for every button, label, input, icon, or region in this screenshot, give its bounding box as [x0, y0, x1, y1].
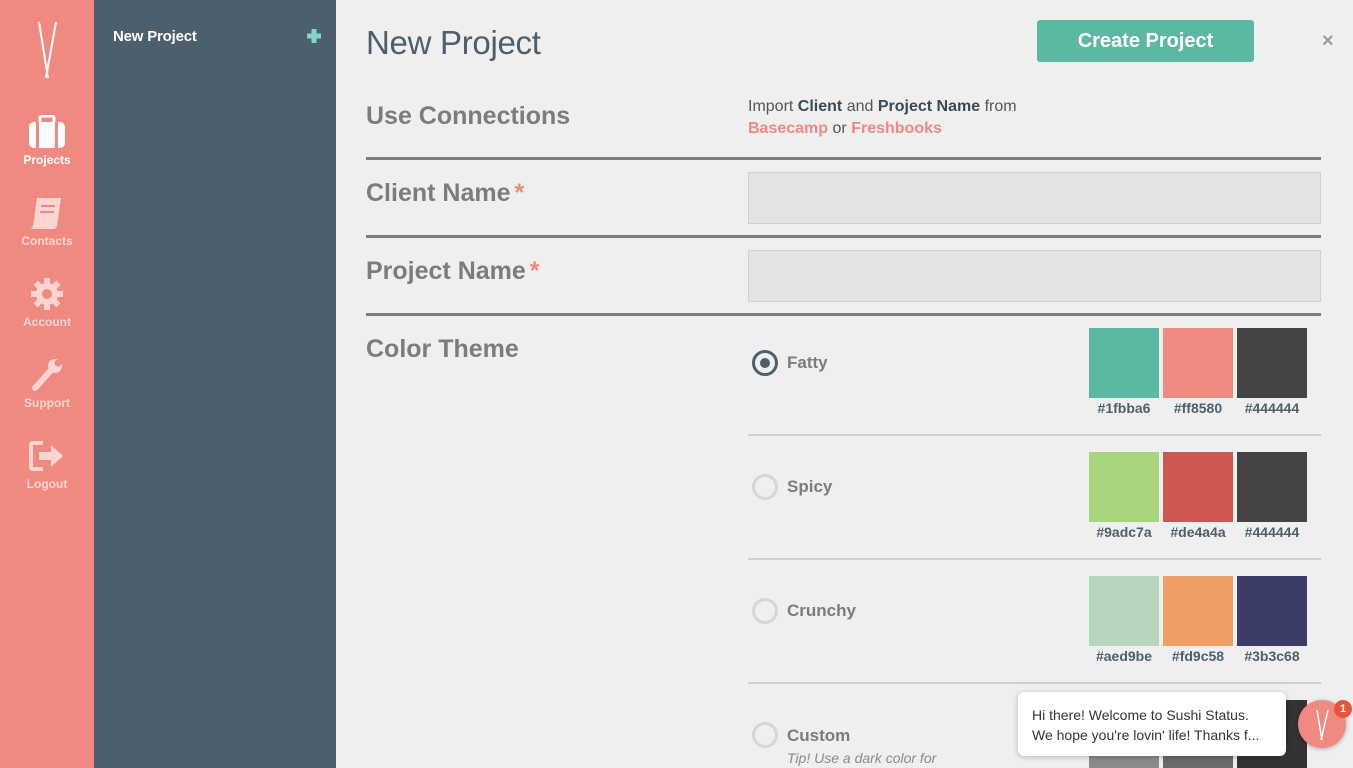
project-list-panel: New Project — [94, 0, 336, 768]
swatch-label: #fd9c58 — [1163, 648, 1233, 664]
required-asterisk: * — [530, 257, 540, 285]
freshbooks-link[interactable]: Freshbooks — [851, 120, 942, 137]
chat-message-bubble[interactable]: Hi there! Welcome to Sushi Status. We ho… — [1018, 692, 1286, 756]
main-content: New Project Create Project × Use Connect… — [336, 0, 1353, 768]
notification-badge: 1 — [1334, 700, 1352, 718]
nav-logout-label: Logout — [0, 477, 94, 491]
theme-name: Crunchy — [787, 601, 856, 621]
theme-radio-crunchy[interactable] — [752, 598, 778, 624]
chat-message-line: Hi there! Welcome to Sushi Status. — [1032, 705, 1272, 725]
and-text: and — [847, 98, 874, 115]
theme-name: Custom — [787, 726, 850, 746]
new-project-link[interactable]: New Project — [113, 28, 197, 45]
nav-account-label: Account — [0, 315, 94, 329]
required-asterisk: * — [514, 179, 524, 207]
project-name-input[interactable] — [748, 250, 1321, 302]
client-name-input[interactable] — [748, 172, 1321, 224]
plus-icon[interactable] — [306, 28, 322, 44]
color-swatch[interactable] — [1089, 452, 1159, 522]
color-swatch[interactable] — [1163, 756, 1233, 768]
color-theme-label: Color Theme — [366, 335, 519, 364]
project-name-bold-text: Project Name — [878, 98, 980, 115]
divider — [366, 313, 1321, 316]
from-text: from — [985, 98, 1017, 115]
divider — [366, 235, 1321, 238]
book-icon — [27, 196, 67, 230]
use-connections-label: Use Connections — [366, 102, 570, 131]
nav-projects-label: Projects — [0, 153, 94, 167]
connections-text: Import Client and Project Name from Base… — [748, 96, 1017, 140]
theme-name: Spicy — [787, 477, 832, 497]
wrench-icon — [27, 358, 67, 392]
project-name-label-text: Project Name — [366, 257, 526, 285]
import-text: Import — [748, 98, 793, 115]
color-swatch[interactable] — [1089, 576, 1159, 646]
create-project-button[interactable]: Create Project — [1037, 20, 1254, 62]
nav-contacts[interactable]: Contacts — [0, 196, 94, 248]
color-swatch[interactable] — [1163, 452, 1233, 522]
briefcase-icon — [27, 115, 67, 149]
close-icon[interactable]: × — [1322, 30, 1334, 53]
swatch-label: #444444 — [1237, 524, 1307, 540]
swatch-label: #9adc7a — [1089, 524, 1159, 540]
or-text: or — [833, 120, 847, 137]
swatch-label: #de4a4a — [1163, 524, 1233, 540]
client-name-label-text: Client Name — [366, 179, 510, 207]
page-title: New Project — [366, 24, 541, 62]
chat-message-line: We hope you're lovin' life! Thanks f... — [1032, 725, 1272, 745]
color-swatch[interactable] — [1237, 452, 1307, 522]
logout-icon — [27, 439, 67, 473]
nav-account[interactable]: Account — [0, 277, 94, 329]
custom-tip-text: Tip! Use a dark color for — [787, 750, 936, 766]
nav-support[interactable]: Support — [0, 358, 94, 410]
gear-icon — [27, 277, 67, 311]
swatch-label: #ff8580 — [1163, 400, 1233, 416]
swatch-label: #3b3c68 — [1237, 648, 1307, 664]
color-swatch[interactable] — [1163, 328, 1233, 398]
client-bold-text: Client — [798, 98, 842, 115]
nav-logout[interactable]: Logout — [0, 439, 94, 491]
color-swatch[interactable] — [1089, 328, 1159, 398]
divider — [748, 682, 1321, 684]
left-nav-rail: Projects Contacts Account — [0, 0, 94, 768]
theme-radio-spicy[interactable] — [752, 474, 778, 500]
nav-projects[interactable]: Projects — [0, 115, 94, 167]
color-swatch[interactable] — [1163, 576, 1233, 646]
chopsticks-logo-icon[interactable] — [31, 20, 63, 80]
swatch-label: #1fbba6 — [1089, 400, 1159, 416]
swatch-label: #444444 — [1237, 400, 1307, 416]
color-swatch[interactable] — [1089, 756, 1159, 768]
swatch-label: #aed9be — [1089, 648, 1159, 664]
divider — [366, 157, 1321, 160]
color-swatch[interactable] — [1237, 328, 1307, 398]
nav-contacts-label: Contacts — [0, 234, 94, 248]
theme-radio-fatty[interactable] — [752, 350, 778, 376]
project-name-label: Project Name* — [366, 257, 540, 286]
divider — [748, 434, 1321, 436]
basecamp-link[interactable]: Basecamp — [748, 120, 828, 137]
color-swatch[interactable] — [1237, 576, 1307, 646]
divider — [748, 558, 1321, 560]
nav-support-label: Support — [0, 396, 94, 410]
theme-name: Fatty — [787, 353, 828, 373]
client-name-label: Client Name* — [366, 179, 524, 208]
theme-radio-custom[interactable] — [752, 722, 778, 748]
